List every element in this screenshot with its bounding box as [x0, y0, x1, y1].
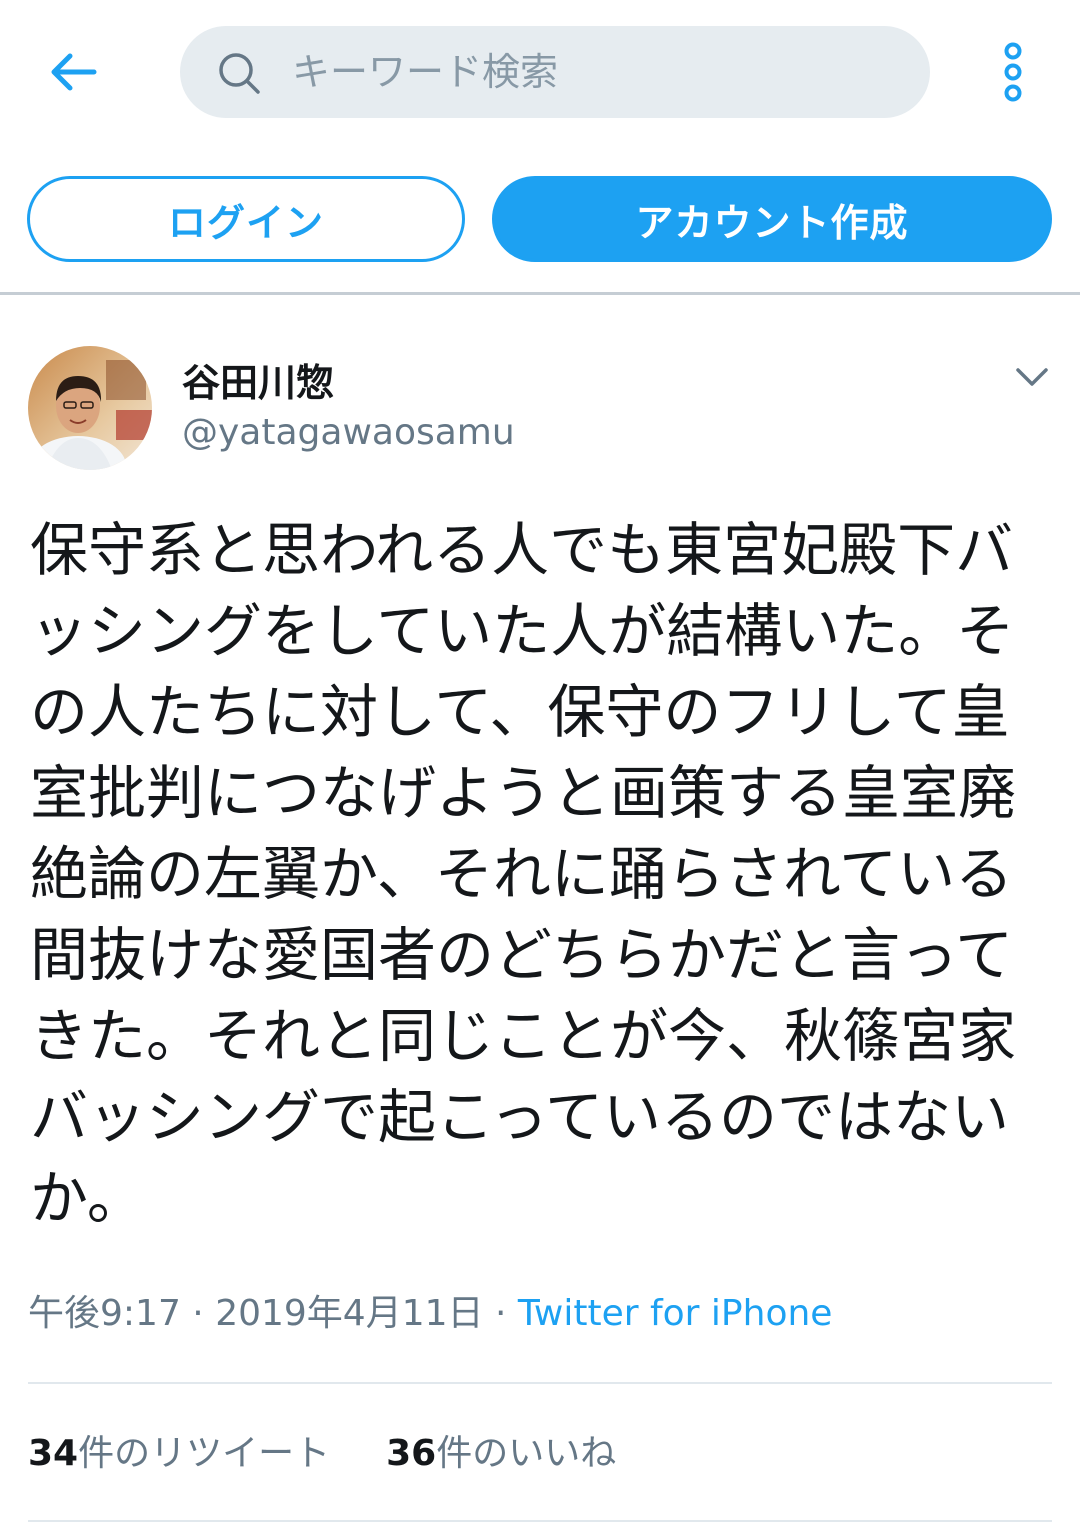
tweet-time[interactable]: 午後9:17: [28, 1293, 181, 1334]
tweet-meta: 午後9:17 · 2019年4月11日 · Twitter for iPhone: [28, 1284, 832, 1336]
like-count: 36: [386, 1433, 437, 1474]
search-icon: [219, 53, 260, 94]
search-input[interactable]: [292, 26, 892, 118]
like-stat[interactable]: 36件のいいね: [386, 1424, 616, 1476]
tweet-source-link[interactable]: Twitter for iPhone: [518, 1293, 833, 1334]
retweet-count: 34: [28, 1433, 79, 1474]
more-vertical-icon: [1004, 42, 1022, 102]
login-button[interactable]: ログイン: [27, 176, 465, 262]
search-box[interactable]: [180, 26, 930, 118]
stats-divider: [28, 1520, 1052, 1522]
top-bar: [0, 0, 1080, 140]
retweet-label: 件のリツイート: [78, 1433, 331, 1474]
tweet-menu-button[interactable]: [1010, 354, 1054, 398]
tweet-stats: 34件のリツイート 36件のいいね: [28, 1424, 616, 1476]
avatar-image: [28, 346, 152, 470]
header-divider: [0, 292, 1080, 295]
like-label: 件のいいね: [436, 1433, 617, 1474]
author-handle[interactable]: @yatagawaosamu: [182, 412, 515, 453]
more-options-button[interactable]: [990, 40, 1036, 104]
back-button[interactable]: [38, 40, 108, 104]
avatar[interactable]: [28, 346, 152, 470]
arrow-left-icon: [51, 53, 97, 91]
auth-buttons: ログイン アカウント作成: [0, 176, 1080, 266]
meta-divider: [28, 1382, 1052, 1384]
retweet-stat[interactable]: 34件のリツイート: [28, 1424, 330, 1476]
tweet-header: 谷田川惣 @yatagawaosamu: [0, 330, 1080, 490]
chevron-down-icon: [1016, 368, 1048, 386]
meta-separator: ·: [483, 1293, 518, 1334]
tweet-text: 保守系と思われる人でも東宮妃殿下バッシングをしていた人が結構いた。その人たちに対…: [30, 516, 1017, 1232]
create-account-button[interactable]: アカウント作成: [492, 176, 1052, 262]
author-display-name[interactable]: 谷田川惣: [182, 352, 334, 407]
tweet-date[interactable]: 2019年4月11日: [215, 1293, 483, 1334]
meta-separator: ·: [180, 1293, 216, 1334]
